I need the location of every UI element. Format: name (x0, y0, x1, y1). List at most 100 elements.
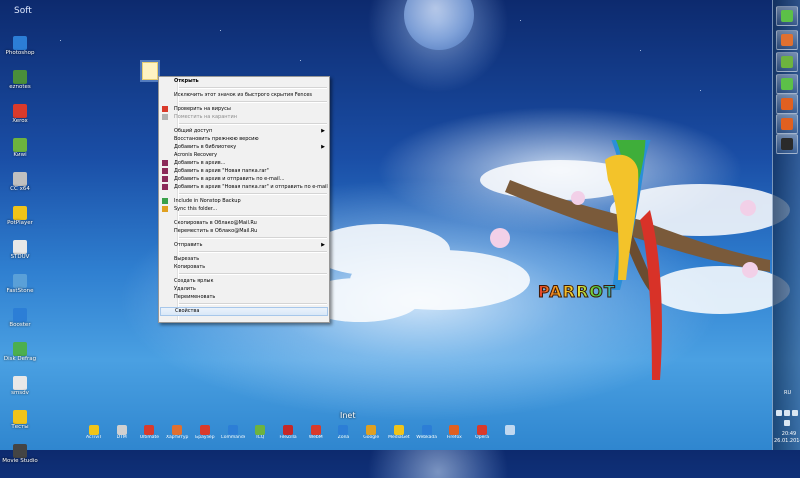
movie-studio-icon (13, 444, 27, 458)
menu-item[interactable]: Свойства (160, 307, 328, 316)
stdu-viewer-icon (13, 240, 27, 254)
dock-item[interactable]: Opera (470, 425, 494, 447)
taskbar-btn-7[interactable] (776, 134, 798, 154)
menu-item[interactable]: Acronis Recovery (159, 151, 329, 159)
menu-item[interactable]: Sync this folder... (159, 205, 329, 213)
menu-item[interactable]: Переименовать (159, 293, 329, 301)
tray-language[interactable]: RU (784, 390, 791, 396)
backup-icon (162, 198, 168, 204)
desktop-icon[interactable]: STDUV (0, 240, 40, 274)
menu-item[interactable]: Отправить ▶ (159, 241, 329, 249)
desktop-icon[interactable]: FastStone (0, 274, 40, 308)
menu-item[interactable]: Общий доступ ▶ (159, 127, 329, 135)
dock-item-label: Webkada (416, 435, 437, 440)
taskbar-btn-4[interactable] (776, 74, 798, 94)
menu-item[interactable]: Создать ярлык (159, 277, 329, 285)
app-icon (504, 425, 515, 435)
dock-item[interactable]: MediaGet (387, 425, 411, 447)
menu-item[interactable]: Удалить (159, 285, 329, 293)
dock-item[interactable]: FileZilla (276, 425, 300, 447)
tray-flag-icon[interactable] (776, 410, 782, 416)
desktop-icon-label: FastStone (6, 288, 34, 294)
menu-item[interactable]: Восстановить прежнюю версию (159, 135, 329, 143)
menu-item[interactable]: Переместить в Облако@Mail.Ru (159, 227, 329, 235)
dock-item[interactable]: DTM (110, 425, 134, 447)
desktop-icon[interactable]: Disk Defrag (0, 342, 40, 376)
dock-item[interactable] (498, 425, 522, 447)
menu-separator (179, 215, 327, 217)
tray-network-icon[interactable] (784, 410, 790, 416)
dock-item[interactable]: Webkada (415, 425, 439, 447)
desktop-icon[interactable]: eznotes (0, 70, 40, 104)
menu-item-label: Восстановить прежнюю версию (174, 136, 259, 142)
tray-date[interactable]: 26.01.2014 (774, 438, 800, 444)
firefox-icon (781, 98, 793, 110)
dock-item[interactable]: Ultimate (137, 425, 161, 447)
desktop-icon[interactable]: smsdv (0, 376, 40, 410)
desktop-icon-label: PotPlayer (7, 220, 33, 226)
kiwi-icon (13, 138, 27, 152)
dock-item[interactable]: Zona (331, 425, 355, 447)
menu-item-label: Переместить в Облако@Mail.Ru (174, 228, 258, 234)
antivirus-icon (162, 106, 168, 112)
menu-item[interactable]: Include in Nonstop Backup (159, 197, 329, 205)
desktop-icon[interactable]: Movie Studio (0, 444, 40, 478)
menu-separator (179, 303, 327, 305)
menu-item[interactable]: Добавить в архив "Новая папка.rar" и отп… (159, 183, 329, 191)
taskbar-btn-6[interactable] (776, 114, 798, 134)
dock-item[interactable]: ICQ (248, 425, 272, 447)
desktop-icon[interactable]: Xerox (0, 104, 40, 138)
winrar-icon (162, 176, 168, 182)
menu-separator (179, 193, 327, 195)
dock-item-label: Firefox (446, 435, 462, 440)
mediaget-icon (393, 425, 404, 435)
context-menu: Открыть Исключить этот значок из быстрого… (158, 76, 330, 323)
menu-item[interactable]: Добавить в библиотеку ▶ (159, 143, 329, 151)
dock-item-label: DTM (116, 435, 127, 440)
desktop-icon-label: eznotes (9, 84, 31, 90)
menu-item-label: Добавить в библиотеку (174, 144, 237, 150)
menu-item[interactable]: Добавить в архив и отправить по e-mail..… (159, 175, 329, 183)
desktop-icon[interactable]: Photoshop (0, 36, 40, 70)
menu-item[interactable]: Поместить на карантин (159, 113, 329, 121)
selected-folder-icon[interactable] (142, 62, 158, 80)
menu-item[interactable]: Исключить этот значок из быстрого скрыти… (159, 91, 329, 99)
dock-item[interactable]: AcTiviT (82, 425, 106, 447)
dock-item[interactable]: Commander (221, 425, 245, 447)
menu-item[interactable]: Добавить в архив... (159, 159, 329, 167)
app-icon (310, 425, 321, 435)
menu-item[interactable]: Скопировать в Облако@Mail.Ru (159, 219, 329, 227)
dock-item[interactable]: Google (359, 425, 383, 447)
desktop-icon-label: Kиwi (13, 152, 27, 158)
dock-item[interactable]: Браузер (193, 425, 217, 447)
desktop-icon[interactable]: Тесты (0, 410, 40, 444)
defrag-icon (13, 342, 27, 356)
menu-item-label: Удалить (174, 286, 196, 292)
tray-time[interactable]: 20:49 (778, 431, 800, 437)
menu-item[interactable]: Проверить на вирусы (159, 105, 329, 113)
dock-item[interactable]: Хартитур (165, 425, 189, 447)
desktop-icon[interactable]: Kиwi (0, 138, 40, 172)
taskbar-btn-1[interactable] (776, 6, 798, 26)
menu-item[interactable]: Добавить в архив "Новая папка.rar" (159, 167, 329, 175)
dock-item[interactable]: Firefox (442, 425, 466, 447)
submenu-arrow-icon: ▶ (321, 144, 325, 150)
menu-item[interactable]: Открыть (159, 77, 329, 85)
tray-volume-icon[interactable] (792, 410, 798, 416)
taskbar-btn-5[interactable] (776, 94, 798, 114)
submenu-arrow-icon: ▶ (321, 242, 325, 248)
desktop-icon[interactable]: PotPlayer (0, 206, 40, 240)
dock-item-label: Opera (475, 435, 489, 440)
desktop-icon[interactable]: CC x64 (0, 172, 40, 206)
taskbar-btn-2[interactable] (776, 30, 798, 50)
taskbar-btn-3[interactable] (776, 52, 798, 72)
menu-item[interactable]: Вырезать (159, 255, 329, 263)
menu-item[interactable]: Копировать (159, 263, 329, 271)
tray-arrow-icon[interactable] (784, 420, 790, 426)
desktop-icon[interactable]: Booster (0, 308, 40, 342)
opera-icon (477, 425, 488, 435)
dock-item[interactable]: WebM (304, 425, 328, 447)
desktop-icon-label: Booster (9, 322, 31, 328)
download-icon (116, 425, 127, 435)
menu-item-label: Поместить на карантин (174, 114, 237, 120)
